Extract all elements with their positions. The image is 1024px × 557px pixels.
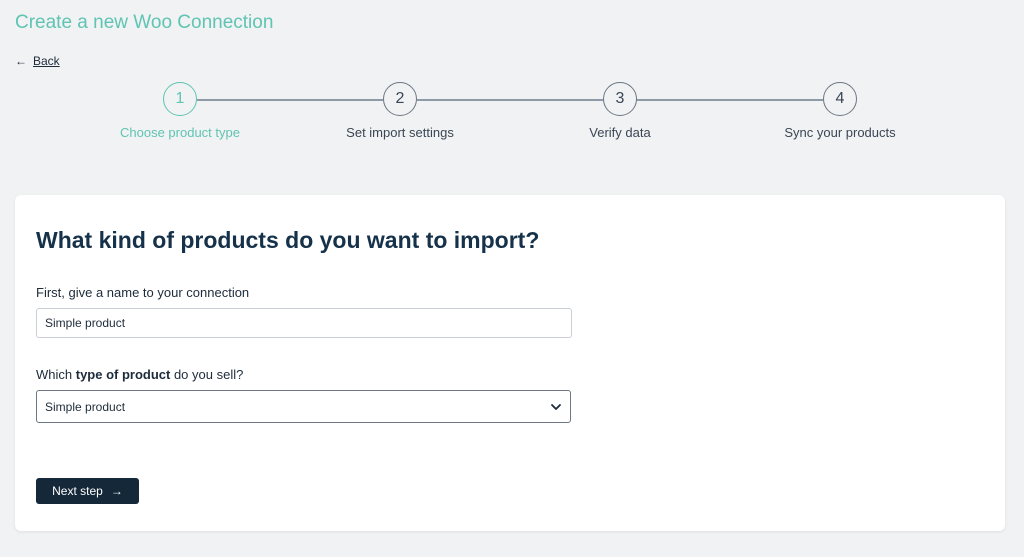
arrow-right-icon: → bbox=[110, 484, 123, 498]
step-2: 2 Set import settings bbox=[320, 82, 480, 140]
step-4-circle: 4 bbox=[823, 82, 857, 116]
next-step-button[interactable]: Next step → bbox=[36, 478, 139, 504]
connection-name-label: First, give a name to your connection bbox=[36, 285, 250, 300]
product-type-select[interactable]: Simple product bbox=[36, 390, 571, 423]
connection-name-input[interactable] bbox=[36, 308, 572, 338]
step-3-circle: 3 bbox=[603, 82, 637, 116]
product-type-label-suffix: do you sell? bbox=[170, 367, 244, 382]
step-2-label: Set import settings bbox=[346, 125, 454, 140]
page-title: Create a new Woo Connection bbox=[15, 12, 274, 33]
step-1-label: Choose product type bbox=[120, 125, 240, 140]
back-label: Back bbox=[33, 54, 60, 68]
back-link[interactable]: ← Back bbox=[15, 54, 60, 68]
next-step-label: Next step bbox=[52, 484, 103, 498]
product-type-label-prefix: Which bbox=[36, 367, 76, 382]
product-type-card: What kind of products do you want to imp… bbox=[15, 195, 1005, 531]
step-4: 4 Sync your products bbox=[760, 82, 920, 140]
step-1: 1 Choose product type bbox=[100, 82, 260, 140]
product-type-label: Which type of product do you sell? bbox=[36, 367, 243, 382]
product-type-selected-value: Simple product bbox=[45, 399, 126, 414]
step-2-circle: 2 bbox=[383, 82, 417, 116]
card-heading: What kind of products do you want to imp… bbox=[36, 227, 540, 253]
chevron-down-icon bbox=[551, 403, 561, 410]
step-1-circle: 1 bbox=[163, 82, 197, 116]
step-4-label: Sync your products bbox=[784, 125, 896, 140]
arrow-left-icon: ← bbox=[15, 54, 27, 68]
step-3: 3 Verify data bbox=[540, 82, 700, 140]
product-type-label-bold: type of product bbox=[75, 367, 171, 382]
step-3-label: Verify data bbox=[589, 125, 651, 140]
